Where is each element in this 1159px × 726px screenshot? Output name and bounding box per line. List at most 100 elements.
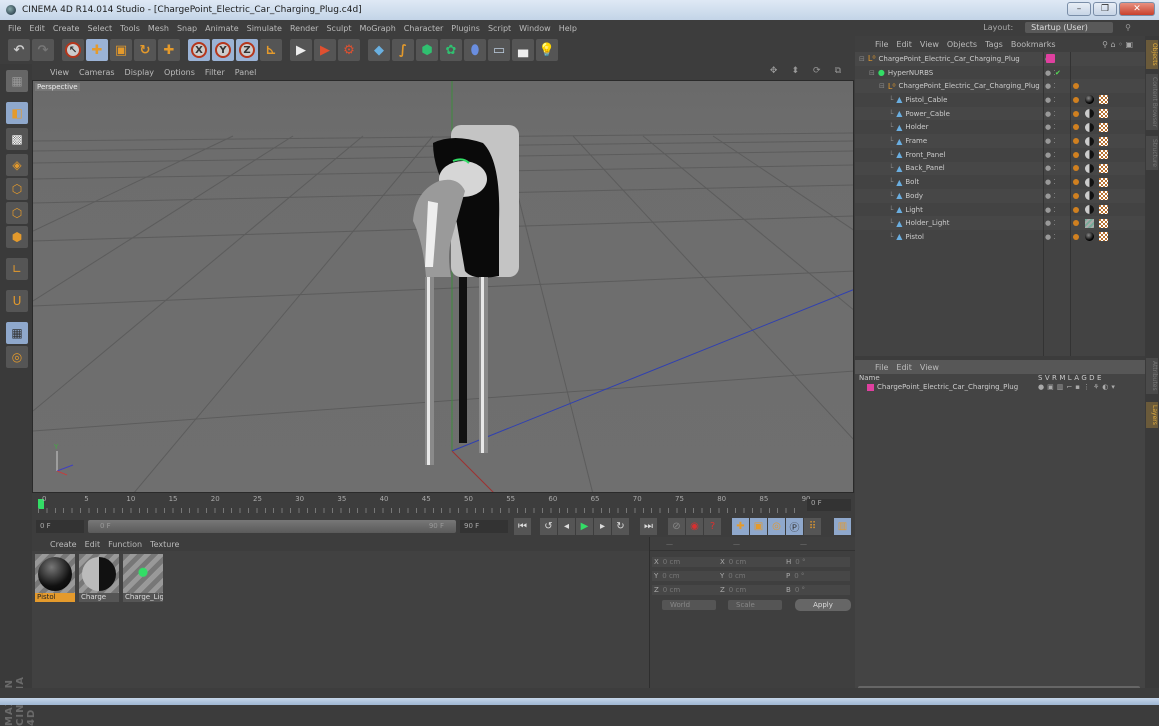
tab-structure[interactable]: Structure xyxy=(1146,136,1158,170)
phong-tag-icon[interactable] xyxy=(1073,179,1079,186)
objects-menu-bookmarks[interactable]: Bookmarks xyxy=(1011,40,1056,49)
layer-column-e[interactable]: E xyxy=(1097,374,1104,382)
move-view-icon[interactable]: ✥ xyxy=(770,66,778,76)
maximize-view-icon[interactable]: ⧉ xyxy=(835,66,841,76)
phong-tag-icon[interactable] xyxy=(1073,110,1079,117)
visibility-dots-icon[interactable]: ● ⁚ xyxy=(1045,164,1056,172)
layer-column-d[interactable]: D xyxy=(1089,374,1097,382)
objects-menu-file[interactable]: File xyxy=(875,40,888,49)
tree-branch-icon[interactable]: ⊟ xyxy=(879,82,885,90)
undo-icon[interactable]: ↶ xyxy=(8,39,30,61)
menu-edit[interactable]: Edit xyxy=(29,24,45,33)
uvw-tag-icon[interactable] xyxy=(1099,163,1108,173)
rotation-p-field[interactable]: P0 ° xyxy=(784,571,850,581)
tab-layers[interactable]: Layers xyxy=(1146,402,1158,428)
z-axis-icon[interactable]: Z xyxy=(236,39,258,61)
tree-branch-icon[interactable]: └ xyxy=(889,96,893,104)
step-forward-button[interactable]: ▸ xyxy=(594,518,611,535)
visibility-dots-icon[interactable]: ● ⁚ xyxy=(1045,69,1056,77)
object-row[interactable]: └ ▲ Pistol_Cable ● ⁚ xyxy=(855,93,1145,107)
tree-branch-icon[interactable]: └ xyxy=(889,206,893,214)
play-button[interactable]: ▶ xyxy=(576,518,593,535)
visibility-dots-icon[interactable]: ● ⁚ xyxy=(1045,151,1056,159)
material-tag-icon[interactable] xyxy=(1085,122,1094,132)
menu-animate[interactable]: Animate xyxy=(205,24,239,33)
timeline-ruler[interactable]: 051015202530354045505560657075808590 0 F xyxy=(32,493,855,517)
tree-branch-icon[interactable]: └ xyxy=(889,123,893,131)
layer-column-s[interactable]: S xyxy=(1038,374,1045,382)
layer-column-g[interactable]: G xyxy=(1081,374,1089,382)
zoom-view-icon[interactable]: ⬍ xyxy=(791,66,799,76)
material-charge-light[interactable]: Charge_Lig xyxy=(123,554,163,602)
menu-simulate[interactable]: Simulate xyxy=(247,24,282,33)
size-mode-dropdown[interactable]: Scale xyxy=(728,600,782,610)
tree-branch-icon[interactable]: └ xyxy=(889,219,893,227)
objects-menu-objects[interactable]: Objects xyxy=(947,40,977,49)
uvw-tag-icon[interactable] xyxy=(1099,232,1108,242)
tree-branch-icon[interactable]: └ xyxy=(889,151,893,159)
charging-plug-model[interactable] xyxy=(413,125,519,465)
menu-mograph[interactable]: MoGraph xyxy=(359,24,395,33)
end-frame-field[interactable]: 90 F xyxy=(460,520,508,533)
visibility-dots-icon[interactable]: ● ⁚ xyxy=(1045,219,1056,227)
deformer-icon[interactable]: ⬮ xyxy=(464,39,486,61)
uvw-tag-icon[interactable] xyxy=(1099,191,1108,201)
live-selection-icon[interactable]: ↖ xyxy=(62,39,84,61)
objects-menu-view[interactable]: View xyxy=(920,40,939,49)
viewport-menu-cameras[interactable]: Cameras xyxy=(79,68,115,77)
layout-dropdown[interactable]: Startup (User) xyxy=(1025,22,1114,33)
tree-branch-icon[interactable]: └ xyxy=(889,192,893,200)
phong-tag-icon[interactable] xyxy=(1073,206,1079,213)
perspective-viewport[interactable]: Y Perspective xyxy=(32,80,854,493)
object-row[interactable]: ⊟ ● HyperNURBS ● ⁚ ✔ xyxy=(855,66,1145,80)
objects-menu-tags[interactable]: Tags xyxy=(985,40,1003,49)
minimize-button[interactable]: – xyxy=(1067,2,1091,16)
material-tag-icon[interactable] xyxy=(1085,136,1094,146)
material-tag-icon[interactable] xyxy=(1085,95,1094,105)
menu-render[interactable]: Render xyxy=(290,24,318,33)
menu-create[interactable]: Create xyxy=(53,24,80,33)
material-tag-icon[interactable] xyxy=(1085,177,1094,187)
rotate-key-button[interactable]: ◎ xyxy=(768,518,785,535)
object-row[interactable]: └ ▲ Power_Cable ● ⁚ xyxy=(855,106,1145,121)
object-row[interactable]: ⊟ L⁰ ChargePoint_Electric_Car_Charging_Plu… xyxy=(855,79,1145,94)
recent-tool-icon[interactable]: ✚ xyxy=(158,39,180,61)
camera-icon[interactable]: ▄ xyxy=(512,39,534,61)
viewport-menu-view[interactable]: View xyxy=(50,68,69,77)
param-key-button[interactable]: Ⓟ xyxy=(786,518,803,535)
spline-icon[interactable]: ∫ xyxy=(392,39,414,61)
object-row[interactable]: └ ▲ Frame ● ⁚ xyxy=(855,134,1145,148)
viewport-menu-display[interactable]: Display xyxy=(125,68,155,77)
layer-toggle-icons[interactable]: ●▣▥⌐▪⋮⚘◐▾ xyxy=(1038,383,1118,391)
render-view-icon[interactable]: ▶ xyxy=(290,39,312,61)
uvw-tag-icon[interactable] xyxy=(1099,177,1108,187)
rotation-h-field[interactable]: H0 ° xyxy=(784,557,850,567)
move-key-button[interactable]: ✚ xyxy=(732,518,749,535)
position-z-field[interactable]: Z0 cm xyxy=(652,585,718,595)
tweak-magnet-icon[interactable]: U xyxy=(6,290,28,312)
material-tag-icon[interactable] xyxy=(1085,205,1094,215)
viewport-menu-panel[interactable]: Panel xyxy=(235,68,257,77)
tree-branch-icon[interactable]: └ xyxy=(889,178,893,186)
phong-tag-icon[interactable] xyxy=(1073,151,1079,158)
phong-tag-icon[interactable] xyxy=(1073,165,1079,172)
size-y-field[interactable]: Y0 cm xyxy=(718,571,784,581)
rotate-view-icon[interactable]: ⟳ xyxy=(813,66,821,76)
tree-branch-icon[interactable]: ⊟ xyxy=(869,69,875,77)
uvw-tag-icon[interactable] xyxy=(1099,122,1108,132)
menu-script[interactable]: Script xyxy=(488,24,511,33)
go-to-end-button[interactable]: ⏭ xyxy=(640,518,657,535)
uvw-tag-icon[interactable] xyxy=(1099,95,1108,105)
menu-tools[interactable]: Tools xyxy=(120,24,140,33)
snap-icon[interactable]: ◎ xyxy=(6,346,28,368)
tab-content-browser[interactable]: Content Browser xyxy=(1146,74,1158,131)
object-row[interactable]: └ ▲ Holder_Light ● ⁚ xyxy=(855,216,1145,231)
keyframe-selection-button[interactable]: ? xyxy=(704,518,721,535)
uvw-tag-icon[interactable] xyxy=(1099,150,1108,160)
menu-file[interactable]: File xyxy=(8,24,21,33)
layers-menu-file[interactable]: File xyxy=(875,363,888,372)
floor-icon[interactable]: ▭ xyxy=(488,39,510,61)
menu-mesh[interactable]: Mesh xyxy=(148,24,169,33)
pla-key-button[interactable]: ⠿ xyxy=(804,518,821,535)
nurbs-icon[interactable]: ⬢ xyxy=(416,39,438,61)
